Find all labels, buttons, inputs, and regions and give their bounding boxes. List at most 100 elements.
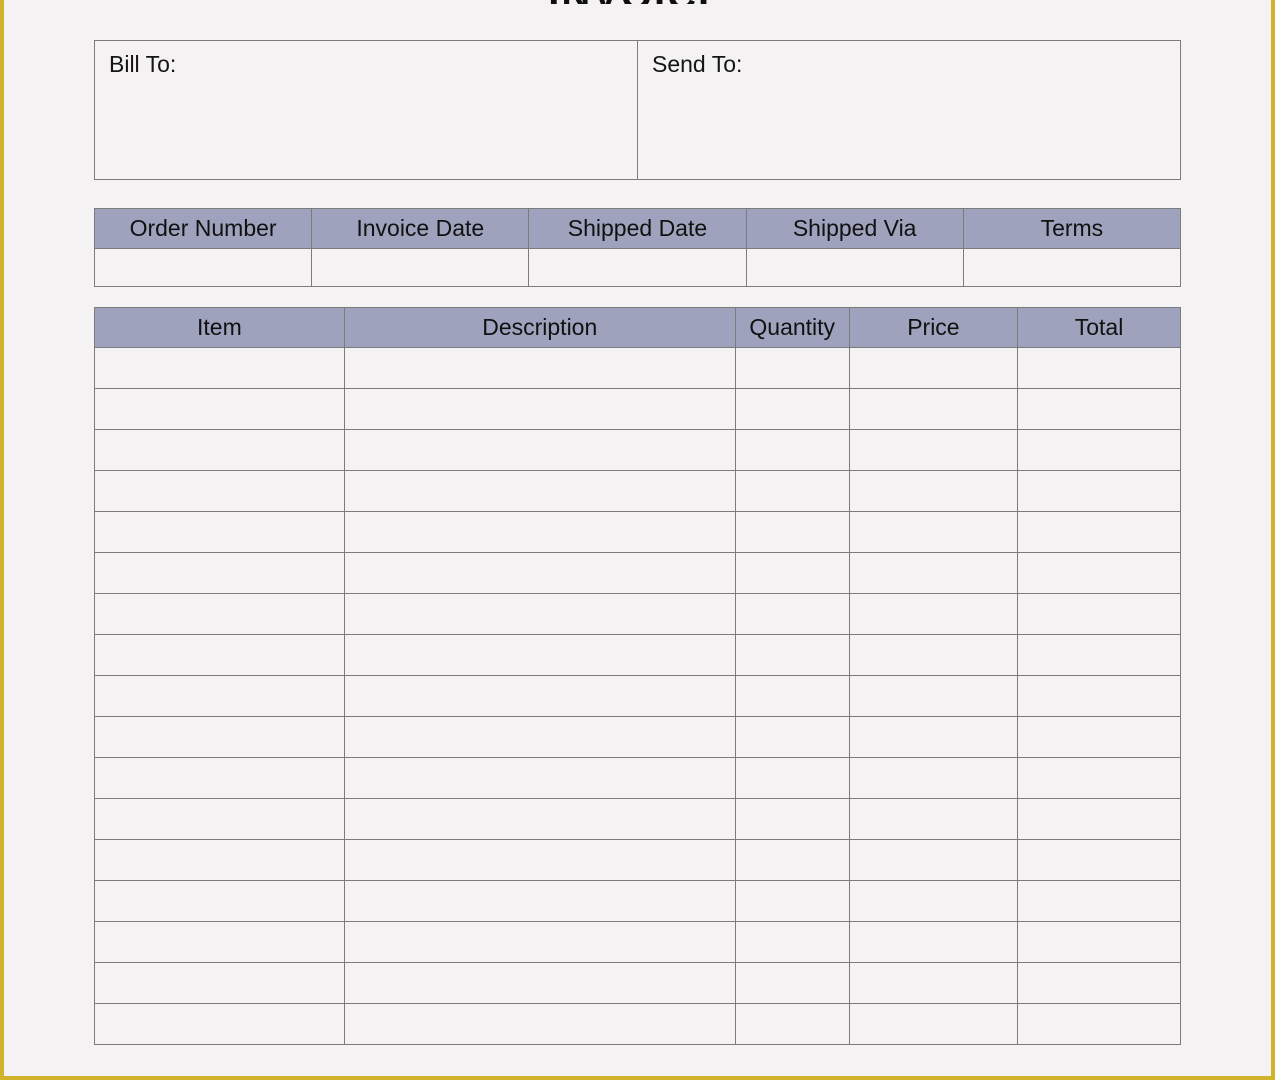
- table-cell: [1018, 389, 1181, 430]
- table-cell: [849, 881, 1017, 922]
- meta-table: Order Number Invoice Date Shipped Date S…: [94, 208, 1181, 287]
- table-cell: [735, 553, 849, 594]
- table-cell: [735, 1004, 849, 1045]
- table-cell: [95, 594, 345, 635]
- table-cell: [95, 840, 345, 881]
- table-cell: [849, 717, 1017, 758]
- table-cell: [344, 512, 735, 553]
- table-cell: [95, 471, 345, 512]
- table-cell: [735, 430, 849, 471]
- table-cell: [344, 1004, 735, 1045]
- table-cell: [849, 799, 1017, 840]
- table-cell: [95, 963, 345, 1004]
- table-cell: [95, 512, 345, 553]
- table-cell: [344, 553, 735, 594]
- meta-cell: [312, 249, 529, 287]
- table-cell: [1018, 512, 1181, 553]
- table-row: [95, 471, 1181, 512]
- table-cell: [1018, 840, 1181, 881]
- table-row: [95, 430, 1181, 471]
- table-cell: [95, 922, 345, 963]
- table-cell: [849, 922, 1017, 963]
- document-title: INVOICE: [94, 0, 1181, 4]
- table-cell: [735, 717, 849, 758]
- table-cell: [735, 922, 849, 963]
- items-header: Item: [95, 308, 345, 348]
- items-table: Item Description Quantity Price Total: [94, 307, 1181, 1045]
- table-cell: [735, 963, 849, 1004]
- table-cell: [95, 348, 345, 389]
- table-cell: [95, 676, 345, 717]
- table-cell: [849, 553, 1017, 594]
- table-cell: [95, 1004, 345, 1045]
- table-row: [95, 348, 1181, 389]
- table-cell: [735, 881, 849, 922]
- table-row: [95, 512, 1181, 553]
- table-cell: [344, 676, 735, 717]
- table-cell: [1018, 1004, 1181, 1045]
- table-cell: [1018, 553, 1181, 594]
- table-cell: [95, 799, 345, 840]
- table-cell: [95, 430, 345, 471]
- table-cell: [344, 471, 735, 512]
- send-to-label: Send To:: [652, 51, 742, 77]
- table-row: [95, 799, 1181, 840]
- table-row: [95, 676, 1181, 717]
- table-cell: [735, 389, 849, 430]
- table-cell: [95, 389, 345, 430]
- table-row: [95, 594, 1181, 635]
- table-cell: [849, 758, 1017, 799]
- table-cell: [849, 963, 1017, 1004]
- table-cell: [849, 676, 1017, 717]
- table-cell: [344, 635, 735, 676]
- table-cell: [1018, 471, 1181, 512]
- table-cell: [735, 635, 849, 676]
- meta-header: Terms: [963, 209, 1180, 249]
- table-row: [95, 758, 1181, 799]
- table-cell: [344, 717, 735, 758]
- table-cell: [1018, 881, 1181, 922]
- table-cell: [735, 594, 849, 635]
- table-cell: [95, 553, 345, 594]
- table-cell: [849, 1004, 1017, 1045]
- table-cell: [849, 348, 1017, 389]
- table-cell: [344, 963, 735, 1004]
- table-row: [95, 922, 1181, 963]
- meta-cell: [95, 249, 312, 287]
- table-cell: [95, 635, 345, 676]
- table-cell: [95, 758, 345, 799]
- address-row: Bill To: Send To:: [94, 40, 1181, 180]
- table-cell: [735, 471, 849, 512]
- table-cell: [344, 758, 735, 799]
- meta-header: Invoice Date: [312, 209, 529, 249]
- table-cell: [1018, 676, 1181, 717]
- bill-to-box: Bill To:: [95, 41, 637, 179]
- meta-cell: [963, 249, 1180, 287]
- items-header: Quantity: [735, 308, 849, 348]
- send-to-box: Send To:: [637, 41, 1180, 179]
- table-cell: [849, 512, 1017, 553]
- table-cell: [95, 717, 345, 758]
- table-cell: [344, 881, 735, 922]
- table-cell: [344, 348, 735, 389]
- table-cell: [95, 881, 345, 922]
- table-row: [95, 717, 1181, 758]
- table-cell: [1018, 922, 1181, 963]
- table-cell: [735, 840, 849, 881]
- table-cell: [735, 758, 849, 799]
- table-cell: [1018, 717, 1181, 758]
- table-row: [95, 840, 1181, 881]
- table-cell: [1018, 758, 1181, 799]
- table-cell: [344, 799, 735, 840]
- table-row: [95, 553, 1181, 594]
- table-row: [95, 881, 1181, 922]
- table-cell: [1018, 635, 1181, 676]
- table-cell: [344, 430, 735, 471]
- table-cell: [849, 389, 1017, 430]
- items-header: Total: [1018, 308, 1181, 348]
- meta-header: Order Number: [95, 209, 312, 249]
- table-cell: [849, 430, 1017, 471]
- table-cell: [344, 594, 735, 635]
- table-row: [95, 963, 1181, 1004]
- table-cell: [849, 471, 1017, 512]
